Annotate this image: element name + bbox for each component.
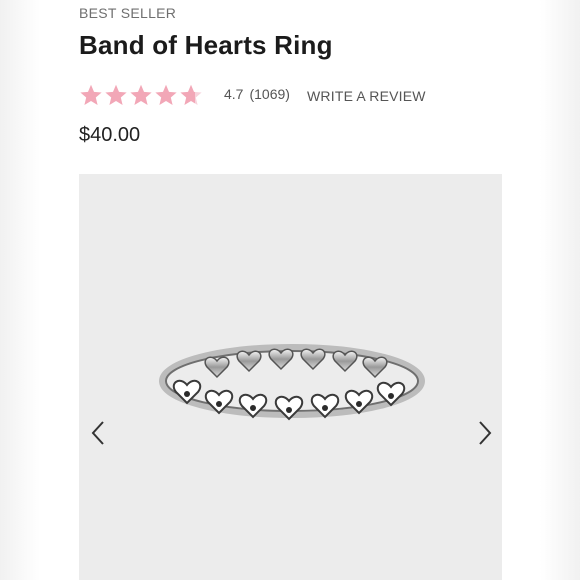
star-icon — [130, 84, 152, 105]
product-title: Band of Hearts Ring — [79, 30, 333, 60]
page-background: BEST SELLER Band of Hearts Ring 4.7 (1069… — [0, 0, 580, 580]
star-rating — [79, 83, 203, 107]
product-price: $40.00 — [79, 124, 141, 146]
rating-score: 4.7 — [224, 86, 244, 102]
rating-row: 4.7 (1069) WRITE A REVIEW — [79, 82, 426, 108]
best-seller-badge: BEST SELLER — [79, 5, 177, 21]
band-of-hearts-ring-image — [159, 344, 425, 421]
review-count: (1069) — [249, 86, 290, 102]
write-review-link[interactable]: WRITE A REVIEW — [307, 88, 426, 104]
rating-value: 4.7 (1069) — [224, 86, 290, 102]
star-icon — [105, 84, 127, 105]
chevron-right-icon — [479, 421, 492, 445]
star-icon — [155, 84, 177, 105]
chevron-left-icon — [91, 421, 104, 445]
next-image-button[interactable] — [472, 419, 496, 447]
previous-image-button[interactable] — [87, 419, 111, 447]
star-icon — [80, 84, 102, 105]
product-image-gallery — [79, 174, 502, 580]
star-half-icon — [180, 84, 202, 105]
